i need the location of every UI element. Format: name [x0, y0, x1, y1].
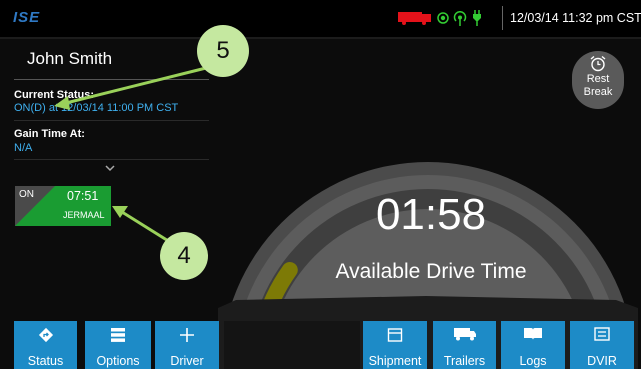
- nav-dvir-button[interactable]: DVIR: [570, 321, 634, 369]
- available-time-value: 01:58: [375, 190, 487, 239]
- nav-logs-label: Logs: [519, 354, 547, 368]
- directions-diamond-icon: [38, 327, 53, 343]
- status-card-code: ON: [19, 189, 34, 200]
- gain-time-label: Gain Time At:: [14, 128, 85, 140]
- current-status-label: Current Status:: [14, 89, 95, 101]
- nav-shipment-button[interactable]: Shipment: [363, 321, 427, 369]
- nav-spacer: [224, 321, 360, 369]
- nav-driver-button[interactable]: Driver: [155, 321, 219, 369]
- nav-trailers-label: Trailers: [443, 354, 486, 368]
- bottom-nav: Status Options Driver Shipment Trailers …: [0, 317, 641, 369]
- status-card-driver: JERMAAL: [63, 210, 105, 220]
- nav-dvir-label: DVIR: [587, 354, 617, 368]
- app-screen: ISE 12/03/14 11:32 pm CST 01:58 Availabl…: [0, 0, 641, 369]
- status-card-time: 07:51: [67, 189, 99, 203]
- current-status-value: ON(D) at 12/03/14 11:00 PM CST: [14, 102, 179, 114]
- plus-icon: [180, 328, 194, 342]
- nav-shipment-label: Shipment: [368, 354, 422, 368]
- callout-5: 5: [197, 25, 249, 77]
- clipboard-icon: [594, 327, 610, 341]
- callout-4: 4: [160, 232, 208, 280]
- nav-status-button[interactable]: Status: [14, 321, 77, 369]
- status-divider: [14, 120, 209, 121]
- book-icon: [524, 328, 542, 340]
- trailer-icon: [453, 328, 476, 341]
- nav-options-button[interactable]: Options: [85, 321, 151, 369]
- nav-status-label: Status: [27, 354, 64, 368]
- gain-time-value: N/A: [14, 142, 33, 154]
- rest-break-label: Rest Break: [583, 73, 613, 98]
- nav-driver-label: Driver: [170, 354, 204, 368]
- rest-break-button[interactable]: Rest Break: [572, 51, 624, 109]
- nav-trailers-button[interactable]: Trailers: [433, 321, 496, 369]
- chevron-down-icon[interactable]: [105, 165, 115, 172]
- name-divider: [14, 79, 209, 80]
- list-icon: [111, 328, 125, 342]
- nav-logs-button[interactable]: Logs: [501, 321, 565, 369]
- callout-4-number: 4: [177, 242, 191, 269]
- gain-divider: [14, 159, 209, 160]
- nav-options-label: Options: [96, 354, 140, 368]
- driver-name[interactable]: John Smith: [27, 49, 112, 69]
- available-time-label: Available Drive Time: [335, 260, 527, 283]
- callout-5-number: 5: [216, 37, 230, 64]
- box-icon: [387, 328, 403, 342]
- driver-status-card[interactable]: ON 07:51 JERMAAL: [15, 186, 111, 226]
- alarm-clock-icon: [590, 55, 606, 72]
